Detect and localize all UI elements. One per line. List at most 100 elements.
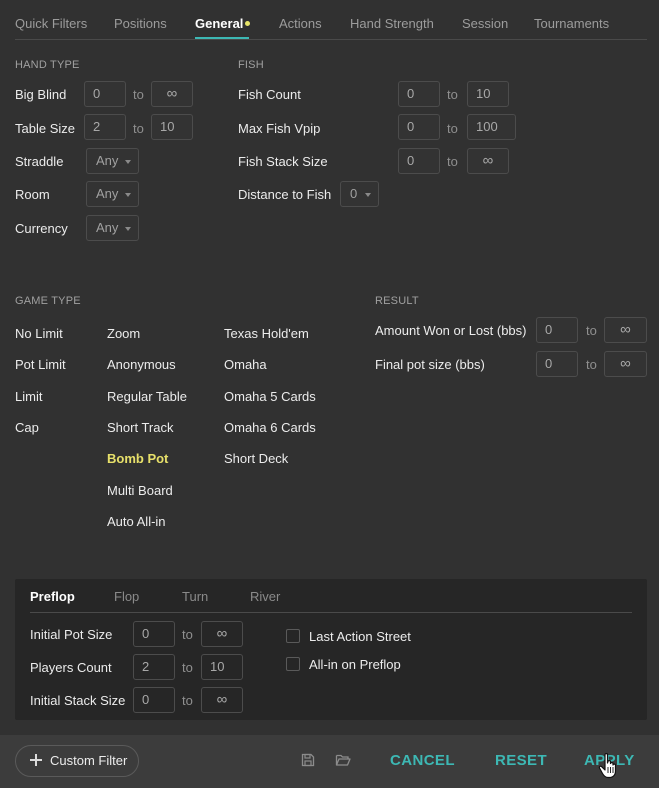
fish-count-from-input[interactable]: 0 xyxy=(398,81,440,107)
fish-title: FISH xyxy=(238,59,264,71)
players-count-from-input[interactable]: 2 xyxy=(133,654,175,680)
tab-hand-strength[interactable]: Hand Strength xyxy=(350,16,434,31)
game-type-option[interactable]: No Limit xyxy=(15,326,63,341)
big-blind-label: Big Blind xyxy=(15,87,67,102)
to-label: to xyxy=(182,693,193,708)
tab-preflop[interactable]: Preflop xyxy=(30,589,75,604)
big-blind-from-input[interactable]: 0 xyxy=(84,81,126,107)
tab-river[interactable]: River xyxy=(250,589,280,604)
to-label: to xyxy=(447,154,458,169)
game-type-option[interactable]: Omaha xyxy=(224,357,267,372)
allin-preflop-label: All-in on Preflop xyxy=(309,657,401,672)
to-label: to xyxy=(447,121,458,136)
currency-value: Any xyxy=(96,220,119,235)
to-label: to xyxy=(586,323,597,338)
currency-select[interactable]: Any xyxy=(86,215,139,241)
fish-count-label: Fish Count xyxy=(238,87,301,102)
game-type-option-selected[interactable]: Bomb Pot xyxy=(107,451,168,466)
cancel-button[interactable]: CANCEL xyxy=(390,752,455,769)
initial-pot-from-input[interactable]: 0 xyxy=(133,621,175,647)
to-label: to xyxy=(133,121,144,136)
initial-pot-to-input[interactable]: ∞ xyxy=(201,621,243,647)
game-type-option[interactable]: Regular Table xyxy=(107,389,187,404)
max-fish-vpip-from-input[interactable]: 0 xyxy=(398,114,440,140)
last-action-street-checkbox[interactable] xyxy=(286,629,300,643)
tab-turn[interactable]: Turn xyxy=(182,589,208,604)
tab-general[interactable]: General xyxy=(195,16,243,31)
game-type-option[interactable]: Auto All-in xyxy=(107,514,166,529)
hand-type-title: HAND TYPE xyxy=(15,59,80,71)
straddle-label: Straddle xyxy=(15,154,64,169)
active-tab-underline xyxy=(195,37,249,39)
game-type-option[interactable]: Omaha 5 Cards xyxy=(224,389,316,404)
hand-pointer-icon xyxy=(598,753,617,779)
game-type-option[interactable]: Zoom xyxy=(107,326,140,341)
game-type-title: GAME TYPE xyxy=(15,295,81,307)
distance-to-fish-select[interactable]: 0 xyxy=(340,181,379,207)
initial-stack-to-input[interactable]: ∞ xyxy=(201,687,243,713)
plus-icon xyxy=(30,754,42,766)
game-type-option[interactable]: Short Track xyxy=(107,420,173,435)
amount-won-to-input[interactable]: ∞ xyxy=(604,317,647,343)
to-label: to xyxy=(182,660,193,675)
game-type-option[interactable]: Limit xyxy=(15,389,42,404)
game-type-option[interactable]: Omaha 6 Cards xyxy=(224,420,316,435)
game-type-option[interactable]: Anonymous xyxy=(107,357,176,372)
tab-tournaments[interactable]: Tournaments xyxy=(534,16,609,31)
table-size-to-input[interactable]: 10 xyxy=(151,114,193,140)
room-label: Room xyxy=(15,187,50,202)
tab-actions[interactable]: Actions xyxy=(279,16,322,31)
fish-stack-from-input[interactable]: 0 xyxy=(398,148,440,174)
street-tabs: Preflop Flop Turn River xyxy=(30,579,632,613)
tab-session[interactable]: Session xyxy=(462,16,508,31)
folder-open-icon[interactable] xyxy=(335,752,351,768)
amount-won-label: Amount Won or Lost (bbs) xyxy=(375,323,527,338)
max-fish-vpip-label: Max Fish Vpip xyxy=(238,121,321,136)
max-fish-vpip-to-input[interactable]: 100 xyxy=(467,114,516,140)
tab-positions[interactable]: Positions xyxy=(114,16,167,31)
result-title: RESULT xyxy=(375,295,419,307)
distance-to-fish-value: 0 xyxy=(350,186,358,201)
final-pot-label: Final pot size (bbs) xyxy=(375,357,485,372)
table-size-label: Table Size xyxy=(15,121,75,136)
to-label: to xyxy=(133,87,144,102)
custom-filter-button[interactable]: Custom Filter xyxy=(15,745,139,777)
game-type-option[interactable]: Multi Board xyxy=(107,483,173,498)
to-label: to xyxy=(586,357,597,372)
straddle-value: Any xyxy=(96,153,119,168)
initial-stack-from-input[interactable]: 0 xyxy=(133,687,175,713)
game-type-option[interactable]: Texas Hold'em xyxy=(224,326,309,341)
fish-count-to-input[interactable]: 10 xyxy=(467,81,509,107)
players-count-label: Players Count xyxy=(30,660,112,675)
currency-label: Currency xyxy=(15,221,68,236)
tab-quick-filters[interactable]: Quick Filters xyxy=(15,16,87,31)
tab-flop[interactable]: Flop xyxy=(114,589,139,604)
last-action-street-label: Last Action Street xyxy=(309,629,411,644)
final-pot-from-input[interactable]: 0 xyxy=(536,351,578,377)
table-size-from-input[interactable]: 2 xyxy=(84,114,126,140)
chevron-down-icon xyxy=(125,193,131,197)
to-label: to xyxy=(182,627,193,642)
street-filter-panel: Preflop Flop Turn River Initial Pot Size… xyxy=(15,579,647,720)
game-type-option[interactable]: Short Deck xyxy=(224,451,288,466)
big-blind-to-input[interactable]: ∞ xyxy=(151,81,193,107)
game-type-option[interactable]: Pot Limit xyxy=(15,357,66,372)
final-pot-to-input[interactable]: ∞ xyxy=(604,351,647,377)
game-type-option[interactable]: Cap xyxy=(15,420,39,435)
players-count-to-input[interactable]: 10 xyxy=(201,654,243,680)
allin-preflop-checkbox[interactable] xyxy=(286,657,300,671)
reset-button[interactable]: RESET xyxy=(495,752,547,769)
save-icon[interactable] xyxy=(300,752,316,768)
straddle-select[interactable]: Any xyxy=(86,148,139,174)
fish-stack-to-input[interactable]: ∞ xyxy=(467,148,509,174)
chevron-down-icon xyxy=(125,227,131,231)
custom-filter-label: Custom Filter xyxy=(50,753,128,768)
room-select[interactable]: Any xyxy=(86,181,139,207)
chevron-down-icon xyxy=(365,193,371,197)
initial-pot-label: Initial Pot Size xyxy=(30,627,113,642)
room-value: Any xyxy=(96,186,119,201)
fish-stack-size-label: Fish Stack Size xyxy=(238,154,328,169)
tab-modified-indicator xyxy=(245,21,250,26)
filter-tabs: Quick Filters Positions General Actions … xyxy=(15,0,647,40)
amount-won-from-input[interactable]: 0 xyxy=(536,317,578,343)
